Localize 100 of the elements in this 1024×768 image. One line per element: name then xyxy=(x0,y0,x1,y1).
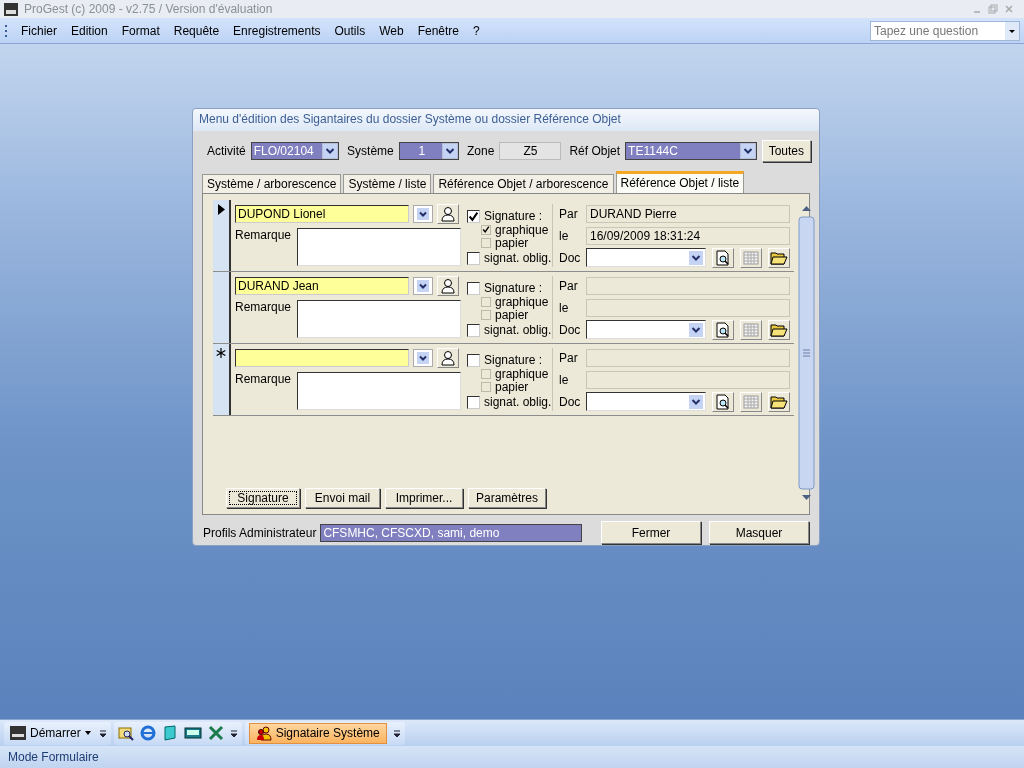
magnifier-document-icon xyxy=(715,321,731,338)
tab[interactable]: Référence Objet / arborescence xyxy=(433,174,614,193)
doc-field[interactable] xyxy=(586,248,706,267)
mandatory-checkbox[interactable] xyxy=(467,395,480,409)
dropdown-button[interactable] xyxy=(739,142,756,159)
help-search-field[interactable]: Tapez une question xyxy=(870,20,1020,41)
browser-icon[interactable] xyxy=(139,725,156,741)
menu-item[interactable]: Fichier xyxy=(14,23,64,38)
dialog-button[interactable]: Fermer xyxy=(601,521,701,544)
person-picker-button[interactable] xyxy=(437,276,459,296)
date-field: 16/09/2009 18:31:24 xyxy=(586,226,790,245)
overflow-chevron-icon[interactable] xyxy=(229,728,238,738)
spreadsheet-icon[interactable] xyxy=(207,725,224,741)
signature-checkbox[interactable] xyxy=(467,281,480,295)
paper-label: papier xyxy=(495,235,529,250)
tab[interactable]: Système / liste xyxy=(343,174,432,193)
dropdown-button[interactable] xyxy=(322,142,339,159)
paper-checkbox[interactable] xyxy=(481,237,491,248)
mandatory-label: signat. oblig. xyxy=(484,251,552,265)
paper-checkbox[interactable] xyxy=(481,309,491,320)
mandatory-checkbox[interactable] xyxy=(467,323,480,337)
tab[interactable]: Référence Objet / liste xyxy=(615,171,745,193)
dropdown-arrow-icon xyxy=(417,208,429,220)
graphic-checkbox[interactable] xyxy=(481,224,491,235)
action-button[interactable]: Paramètres xyxy=(468,488,546,508)
all-button[interactable]: Toutes xyxy=(761,139,811,162)
graphic-checkbox[interactable] xyxy=(481,296,491,307)
record-selector[interactable] xyxy=(213,272,231,343)
doc-label: Doc xyxy=(559,394,580,409)
dropdown-button[interactable] xyxy=(413,349,433,367)
remark-field[interactable] xyxy=(297,228,461,266)
preview-button[interactable] xyxy=(712,391,734,412)
signature-label: Signature : xyxy=(484,209,543,223)
filter-combo[interactable]: TE1144C xyxy=(625,141,757,160)
menu-item[interactable]: Web xyxy=(372,23,411,38)
toolbar-grip-icon[interactable] xyxy=(4,23,8,38)
notebook-icon[interactable] xyxy=(161,725,178,741)
signature-label: Signature : xyxy=(484,281,543,295)
grid-button[interactable] xyxy=(740,247,762,268)
open-folder-button[interactable] xyxy=(768,319,790,340)
dropdown-arrow-icon xyxy=(417,280,429,292)
menu-item[interactable]: Enregistrements xyxy=(226,23,328,38)
menu-item[interactable]: Requête xyxy=(166,23,227,38)
graphic-checkbox[interactable] xyxy=(481,368,491,379)
remark-label: Remarque xyxy=(235,372,292,388)
remark-field[interactable] xyxy=(297,300,461,338)
name-field[interactable] xyxy=(235,349,409,367)
paper-checkbox[interactable] xyxy=(481,381,491,392)
mandatory-label: signat. oblig. xyxy=(484,323,552,337)
doc-field[interactable] xyxy=(586,392,706,411)
name-field[interactable]: DUPOND Lionel xyxy=(235,205,409,223)
grid-button[interactable] xyxy=(740,391,762,412)
preview-button[interactable] xyxy=(712,247,734,268)
open-folder-button[interactable] xyxy=(768,391,790,412)
admin-profiles-field: CFSMHC, CFSCXD, sami, demo xyxy=(320,523,583,542)
action-button[interactable]: Envoi mail xyxy=(305,488,380,508)
name-field[interactable]: DURAND Jean xyxy=(235,277,409,295)
app-icon xyxy=(10,726,26,740)
person-picker-button[interactable] xyxy=(437,348,459,368)
overflow-chevron-icon[interactable] xyxy=(392,728,401,738)
admin-profiles-label: Profils Administrateur xyxy=(203,525,317,540)
action-button[interactable]: Imprimer... xyxy=(385,488,463,508)
action-button[interactable]: Signature xyxy=(226,488,300,508)
task-button[interactable]: Signataire Système xyxy=(248,722,387,744)
overflow-chevron-icon[interactable] xyxy=(98,728,107,738)
menu-item[interactable]: Outils xyxy=(327,23,373,38)
folder-icon xyxy=(770,394,788,409)
preview-button[interactable] xyxy=(712,319,734,340)
record-selector[interactable] xyxy=(213,344,231,415)
remark-label: Remarque xyxy=(235,300,292,316)
filter-combo[interactable]: FLO/02104 xyxy=(250,141,340,160)
dialog-button[interactable]: Masquer xyxy=(709,521,809,544)
menu-item[interactable]: Format xyxy=(114,23,167,38)
caret-icon[interactable] xyxy=(1005,21,1019,40)
keyboard-icon[interactable] xyxy=(183,726,202,740)
caret-icon xyxy=(84,731,91,735)
open-folder-button[interactable] xyxy=(768,247,790,268)
filter-combo[interactable]: 1 xyxy=(398,141,460,160)
signature-checkbox[interactable] xyxy=(467,209,480,223)
signature-checkbox[interactable] xyxy=(467,353,480,367)
date-label: le xyxy=(559,228,570,243)
tab[interactable]: Système / arborescence xyxy=(202,174,342,193)
grid-button[interactable] xyxy=(740,319,762,340)
dropdown-button[interactable] xyxy=(442,142,459,159)
menu-item[interactable]: Edition xyxy=(64,23,115,38)
by-label: Par xyxy=(559,278,579,293)
doc-field[interactable] xyxy=(586,320,706,339)
folder-icon xyxy=(770,250,788,265)
menu-item[interactable]: ? xyxy=(466,23,487,38)
dropdown-button[interactable] xyxy=(413,277,433,295)
checkmark-icon xyxy=(482,225,490,234)
dropdown-button[interactable] xyxy=(413,205,433,223)
signature-label: Signature : xyxy=(484,353,543,367)
record-selector[interactable] xyxy=(213,200,231,271)
mandatory-checkbox[interactable] xyxy=(467,251,480,265)
remark-field[interactable] xyxy=(297,372,461,410)
menu-item[interactable]: Fenêtre xyxy=(410,23,466,38)
search-folder-icon[interactable] xyxy=(117,725,134,741)
status-bar: Mode Formulaire xyxy=(0,746,1024,768)
person-picker-button[interactable] xyxy=(437,204,459,224)
